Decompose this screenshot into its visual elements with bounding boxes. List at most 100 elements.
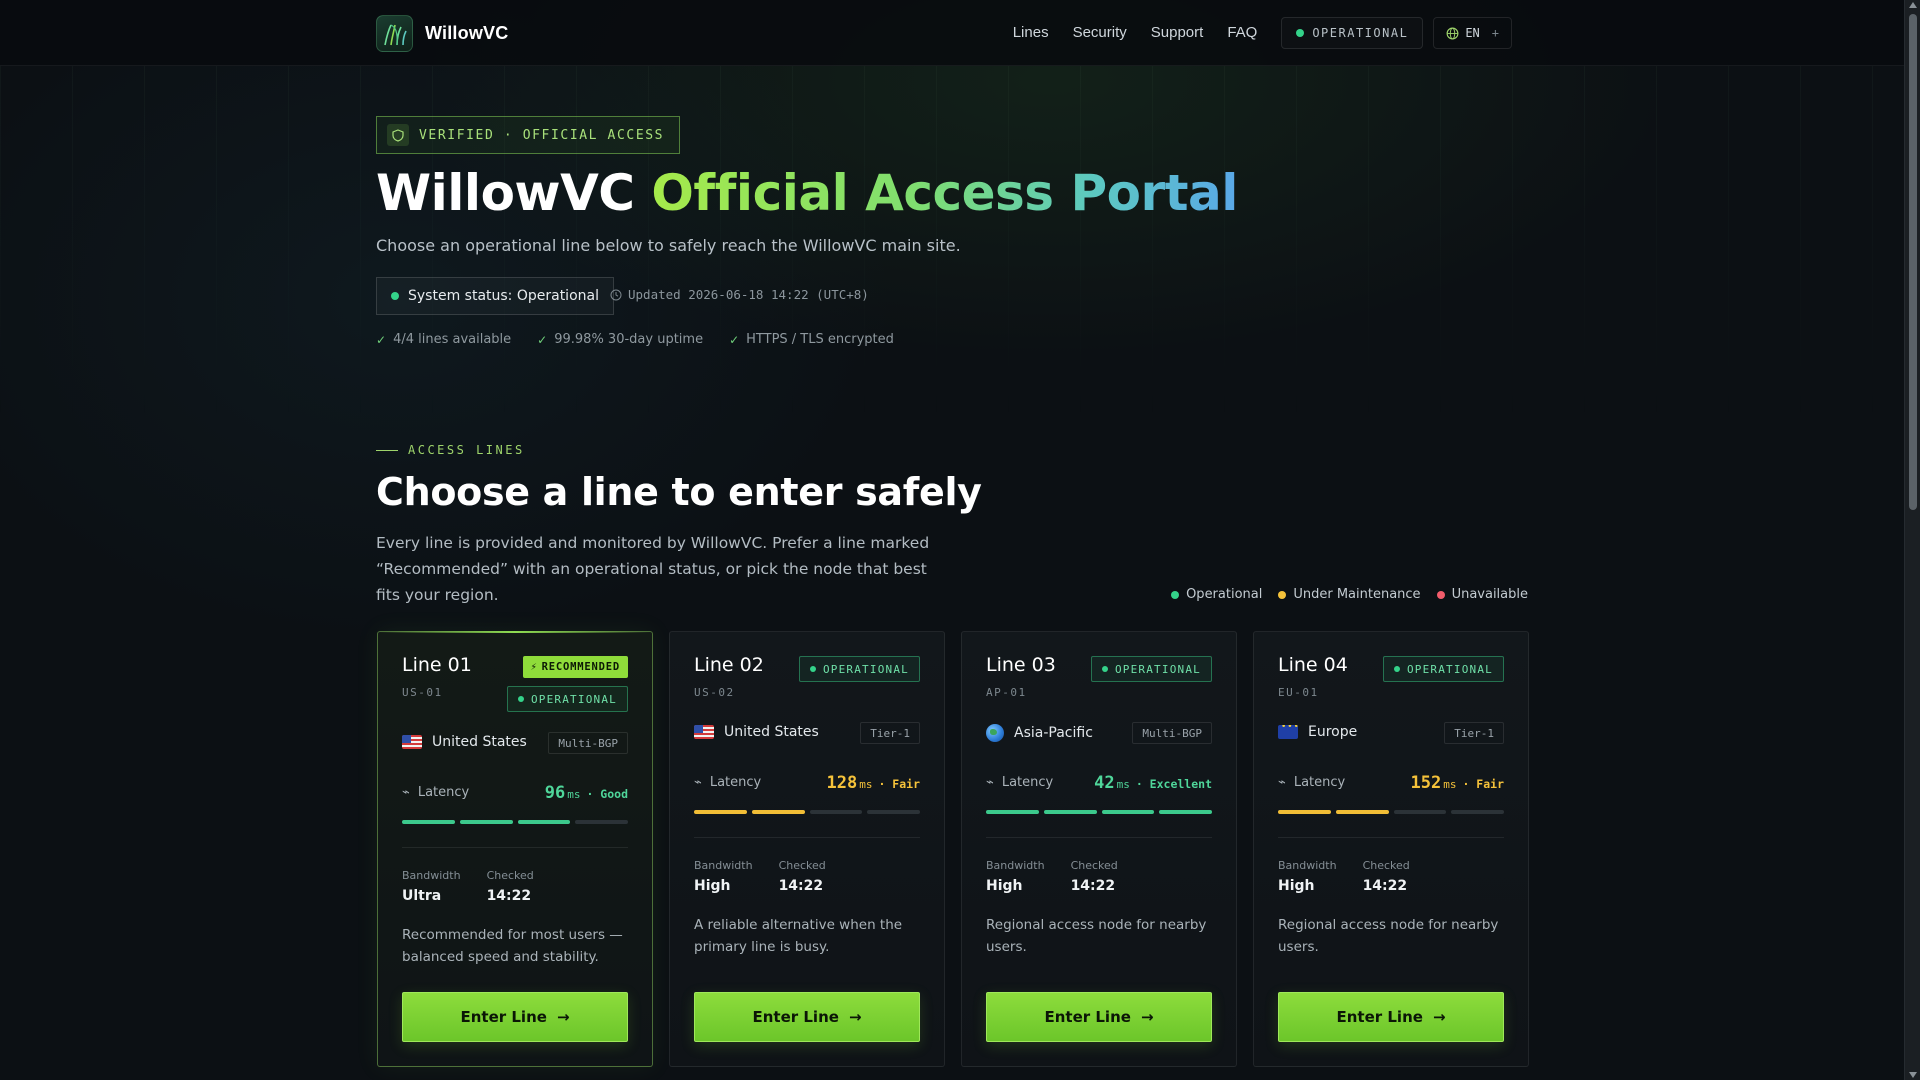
status-dot-icon <box>391 292 399 300</box>
globe-icon <box>986 724 1004 742</box>
bandwidth-value: High <box>986 878 1023 894</box>
latency-value: 96 ms · Good <box>545 783 628 803</box>
checked-value: 14:22 <box>486 888 532 904</box>
network-tag: Multi-BGP <box>1132 722 1212 744</box>
page-scrollbar[interactable] <box>1904 0 1920 1080</box>
signal-segment <box>809 810 863 814</box>
language-label: EN <box>1465 26 1480 40</box>
signal-segment <box>1393 810 1447 814</box>
pulse-icon: ⌁ <box>986 775 994 790</box>
checked-value: 14:22 <box>778 878 824 894</box>
legend-operational: Operational <box>1171 587 1262 602</box>
clock-icon <box>610 289 622 300</box>
line-name: Line 01 <box>402 654 472 676</box>
fact-item: ✓ 4/4 lines available <box>376 332 511 347</box>
willow-logo-icon <box>376 15 413 52</box>
line-region: United States <box>694 724 819 740</box>
latency-label: ⌁ Latency <box>986 775 1053 790</box>
card-divider <box>402 847 628 848</box>
pulse-icon: ⌁ <box>402 785 410 800</box>
pulse-icon: ⌁ <box>694 775 702 790</box>
region-label: United States <box>724 724 819 740</box>
line-name: Line 03 <box>986 654 1056 676</box>
checked-label: Checked <box>1362 859 1410 872</box>
status-dot-icon <box>1171 590 1180 599</box>
status-dot-icon <box>1278 590 1287 599</box>
line-meta: Bandwidth High Checked 14:22 <box>694 859 826 894</box>
bandwidth-value: High <box>1278 878 1315 894</box>
page-title: WillowVC Official Access Portal <box>376 164 1238 222</box>
page-title-main: WillowVC <box>376 164 652 222</box>
scrollbar-thumb[interactable] <box>1909 14 1917 510</box>
status-dot-icon <box>1393 666 1400 672</box>
enter-line-label: Enter Line <box>1044 1008 1131 1026</box>
line-name: Line 04 <box>1278 654 1348 676</box>
globe-icon <box>1446 27 1459 39</box>
arrow-right-icon: → <box>556 1008 570 1026</box>
legend-maintenance: Under Maintenance <box>1278 587 1421 602</box>
latency-quality: · Fair <box>878 777 920 791</box>
status-badge: OPERATIONAL <box>798 656 920 682</box>
line-code: US-01 <box>402 686 443 699</box>
brand-name: WillowVC <box>425 23 509 43</box>
header-status-label: OPERATIONAL <box>1312 26 1409 40</box>
enter-line-button[interactable]: Enter Line → <box>1278 992 1504 1042</box>
fact-text: HTTPS / TLS encrypted <box>746 332 894 347</box>
line-card-01: Line 01 US-01 ⚡ RECOMMENDED OPERATIONAL … <box>377 631 653 1067</box>
card-divider <box>694 837 920 838</box>
network-tag: Tier-1 <box>860 722 920 744</box>
signal-segment <box>1278 810 1331 814</box>
signal-bars <box>986 810 1212 814</box>
lightning-icon: ⚡ <box>530 661 538 673</box>
line-description: Regional access node for nearby users. <box>1278 917 1499 955</box>
line-meta: Bandwidth High Checked 14:22 <box>1278 859 1410 894</box>
nav-link-lines[interactable]: Lines <box>1013 16 1049 50</box>
language-expand-icon: + <box>1491 26 1499 40</box>
nav-link-faq[interactable]: FAQ <box>1227 16 1257 50</box>
status-badge: OPERATIONAL <box>506 686 628 712</box>
scroll-down-arrow-icon[interactable] <box>1909 1072 1917 1078</box>
nav-link-security[interactable]: Security <box>1073 16 1127 50</box>
line-code: AP-01 <box>986 686 1027 699</box>
page-subtitle: Choose an operational line below to safe… <box>376 236 961 255</box>
latency-quality: · Good <box>586 787 628 801</box>
line-description: Recommended for most users — balanced sp… <box>402 927 623 965</box>
checked-label: Checked <box>778 859 826 872</box>
last-updated: Updated 2026-06-18 14:22 (UTC+8) <box>610 287 869 302</box>
latency-number: 152 <box>1410 773 1442 793</box>
signal-segment <box>751 810 805 814</box>
line-card-02: Line 02 US-02 OPERATIONAL United States … <box>669 631 945 1067</box>
region-label: United States <box>432 734 527 750</box>
checked-field: Checked 14:22 <box>487 869 534 904</box>
latency-unit: ms <box>1116 778 1130 791</box>
latency-label: ⌁ Latency <box>1278 775 1345 790</box>
enter-line-button[interactable]: Enter Line → <box>694 992 920 1042</box>
bandwidth-label: Bandwidth <box>986 859 1045 872</box>
status-label: OPERATIONAL <box>1406 662 1493 676</box>
page-title-accent: Official Access Portal <box>651 164 1238 222</box>
section-description: Every line is provided and monitored by … <box>376 534 930 604</box>
fact-text: 99.98% 30-day uptime <box>554 332 704 347</box>
arrow-right-icon: → <box>1432 1008 1446 1026</box>
bandwidth-label: Bandwidth <box>1278 859 1337 872</box>
system-status-badge: System status: Operational <box>376 277 614 315</box>
brand[interactable]: WillowVC <box>376 15 508 52</box>
enter-line-button[interactable]: Enter Line → <box>986 992 1212 1042</box>
language-selector[interactable]: EN + <box>1433 17 1512 49</box>
checked-field: Checked 14:22 <box>1363 859 1410 894</box>
bandwidth-field: Bandwidth High <box>1278 859 1337 894</box>
line-meta: Bandwidth High Checked 14:22 <box>986 859 1118 894</box>
line-meta: Bandwidth Ultra Checked 14:22 <box>402 869 534 904</box>
scroll-up-arrow-icon[interactable] <box>1909 2 1917 8</box>
eyebrow-label: ACCESS LINES <box>408 443 525 457</box>
checked-field: Checked 14:22 <box>779 859 826 894</box>
legend-unavailable: Unavailable <box>1436 587 1528 602</box>
network-tag: Tier-1 <box>1444 722 1504 744</box>
signal-segment <box>986 810 1039 814</box>
enter-line-button[interactable]: Enter Line → <box>402 992 628 1042</box>
legend-label: Operational <box>1186 587 1263 602</box>
latency-unit: ms <box>567 788 581 801</box>
bandwidth-field: Bandwidth High <box>986 859 1045 894</box>
nav-link-support[interactable]: Support <box>1151 16 1204 50</box>
legend-label: Unavailable <box>1451 587 1528 602</box>
